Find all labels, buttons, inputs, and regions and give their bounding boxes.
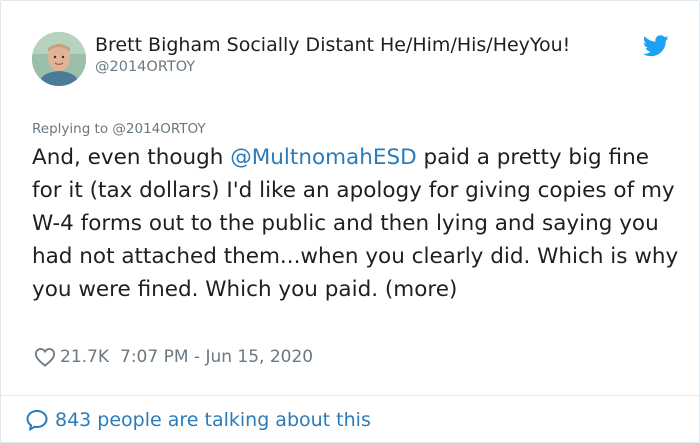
speech-bubble-icon xyxy=(26,410,48,431)
avatar[interactable] xyxy=(32,32,86,86)
conversation-link[interactable]: 843 people are talking about this xyxy=(25,407,371,433)
like-count[interactable]: 21.7K xyxy=(60,347,109,367)
heart-icon[interactable] xyxy=(34,347,56,367)
talking-count[interactable]: 843 people are talking about this xyxy=(55,409,371,431)
avatar-image xyxy=(32,32,86,86)
replying-to: Replying to @2014ORTOY xyxy=(32,121,206,137)
tweet-text-before: And, even though xyxy=(32,145,231,170)
tweet-timestamp[interactable]: 7:07 PM - Jun 15, 2020 xyxy=(120,347,313,367)
author-name[interactable]: Brett Bigham Socially Distant He/Him/His… xyxy=(95,34,570,56)
reply-handle[interactable]: @2014ORTOY xyxy=(112,121,205,137)
tweet-text: And, even though @MultnomahESD paid a pr… xyxy=(32,141,682,306)
twitter-bird-icon[interactable] xyxy=(643,35,669,57)
author-handle[interactable]: @2014ORTOY xyxy=(95,59,195,75)
mention-link[interactable]: @MultnomahESD xyxy=(230,145,416,170)
reply-prefix: Replying to xyxy=(32,121,109,137)
tweet-meta: 21.7K 7:07 PM - Jun 15, 2020 xyxy=(34,346,313,368)
divider xyxy=(1,395,699,396)
tweet-card: Brett Bigham Socially Distant He/Him/His… xyxy=(0,0,700,443)
